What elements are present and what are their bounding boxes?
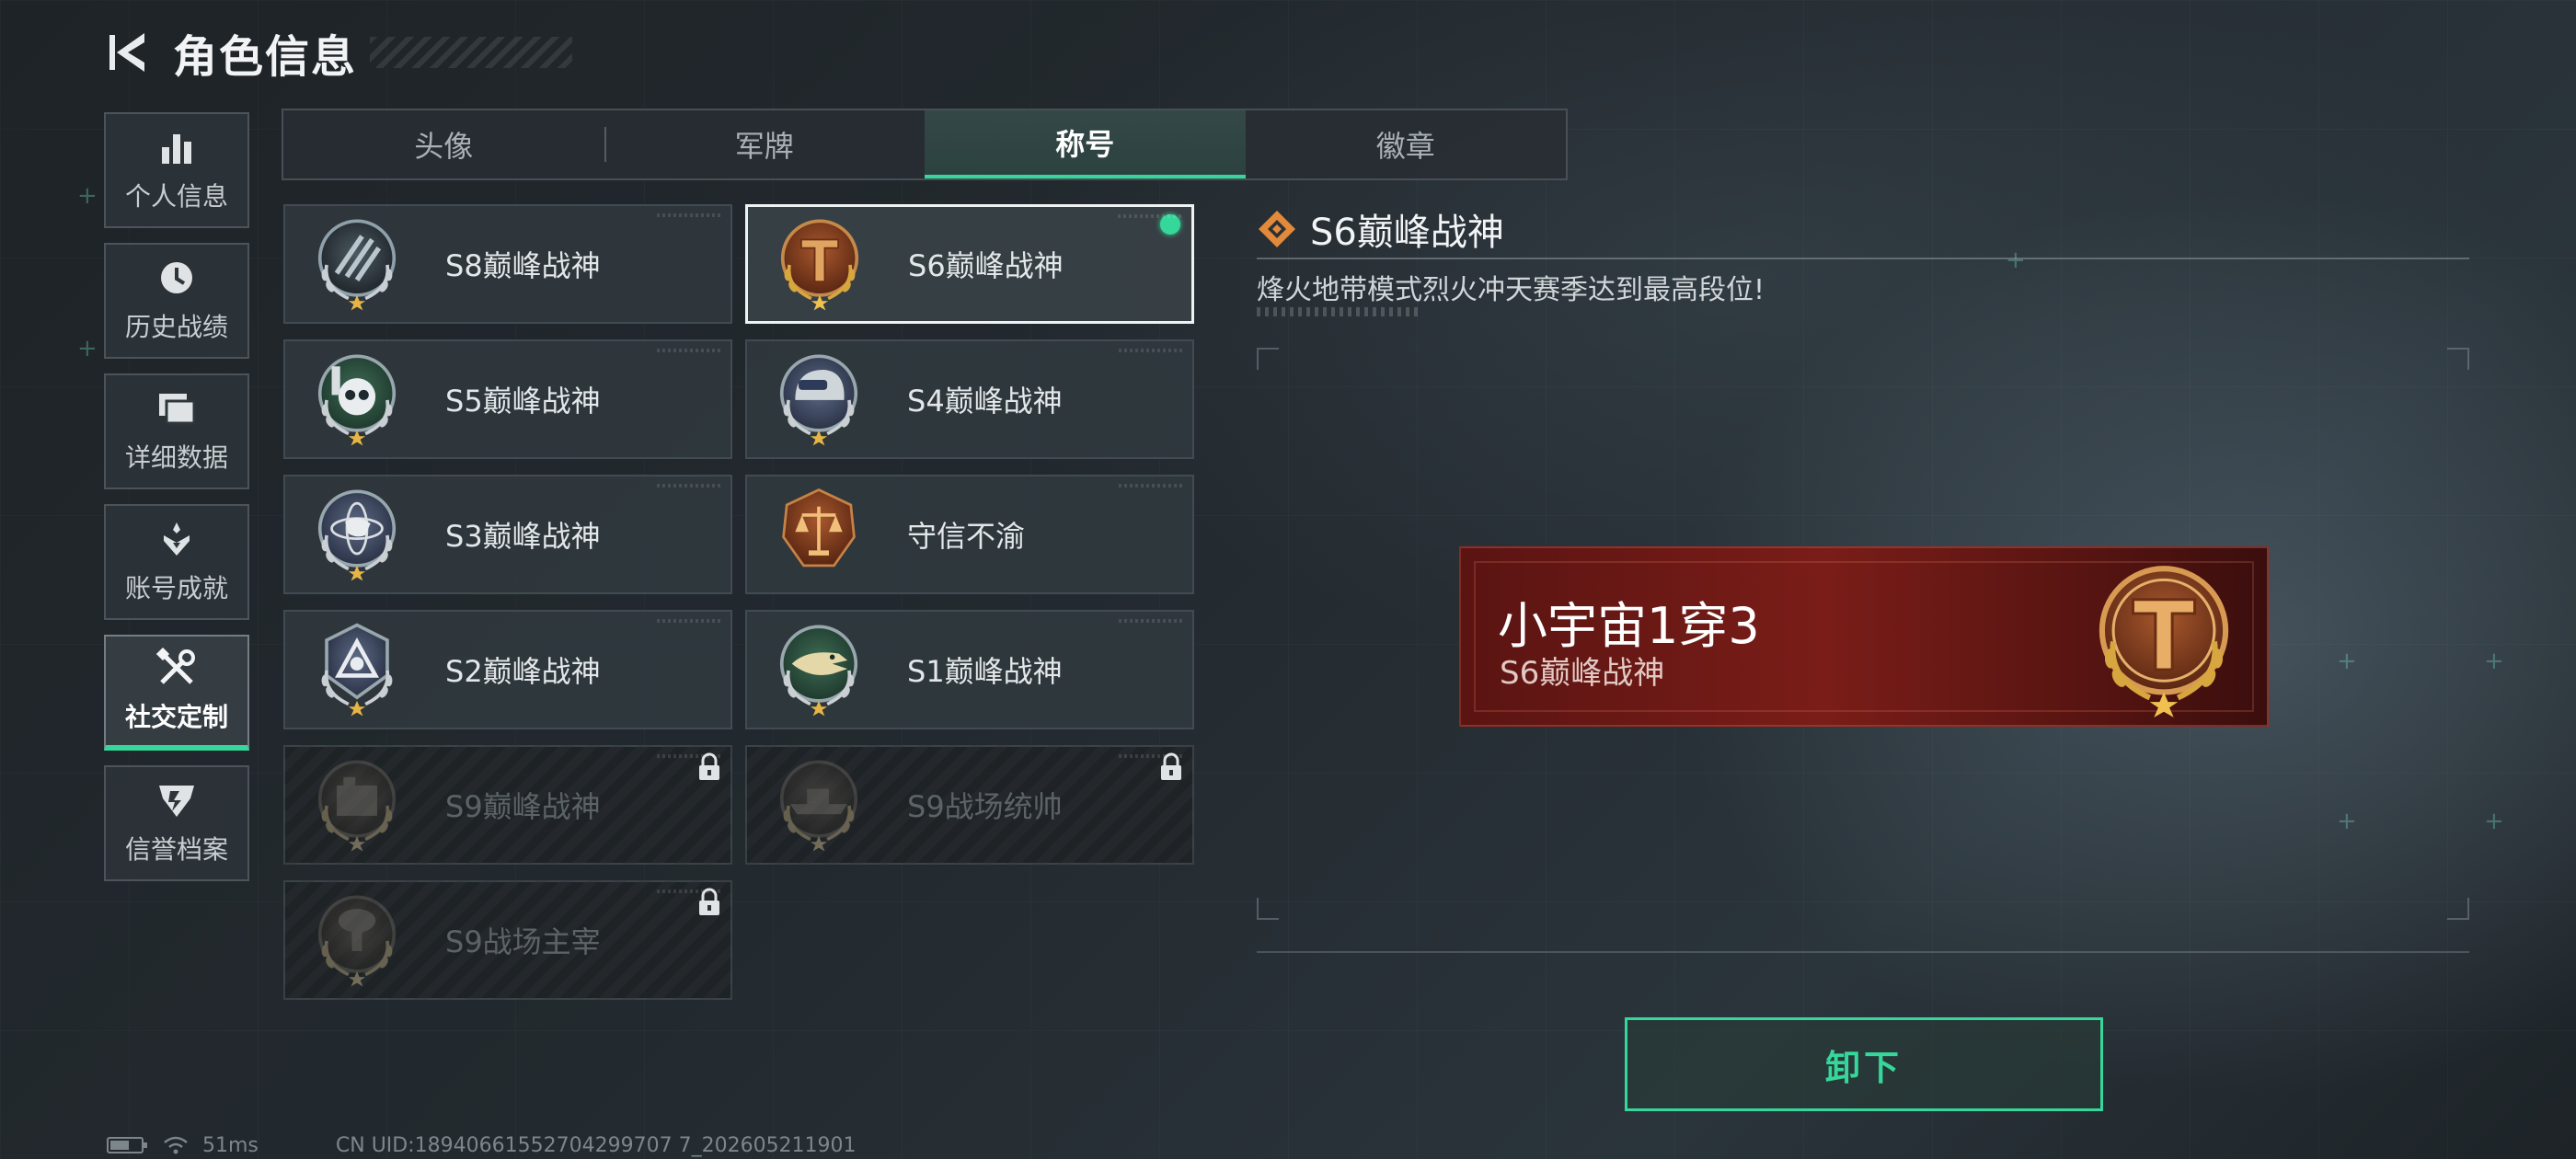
uid-text: CN UID:18940661552704299707 7_2026052119… <box>335 1133 857 1157</box>
equipped-indicator <box>1160 214 1180 235</box>
wifi-icon <box>164 1136 188 1154</box>
banner-title: S6巅峰战神 <box>1500 655 1665 692</box>
detail-header: S6巅峰战神 <box>1257 202 2471 256</box>
detail-divider <box>1257 258 2469 259</box>
title-card-s1[interactable]: S1巅峰战神 <box>745 610 1194 729</box>
title-name: S9巅峰战神 <box>445 789 601 824</box>
detail-description: 烽火地带模式烈火冲天赛季达到最高段位! <box>1257 274 1765 306</box>
title-name: S8巅峰战神 <box>445 248 601 283</box>
s4-emblem-icon <box>779 354 858 448</box>
title-name: S6巅峰战神 <box>908 248 1064 283</box>
achievement-icon <box>156 519 197 559</box>
detail-decoration <box>1257 307 1419 316</box>
decor-plus: + <box>77 335 98 362</box>
shield-icon <box>156 780 197 820</box>
sidebar-item-label: 详细数据 <box>124 442 228 473</box>
tab-bar: 头像 军牌 称号 徽章 <box>282 109 1568 180</box>
s3-emblem-icon <box>317 489 397 583</box>
tools-icon <box>156 648 197 688</box>
sidebar-item-label: 个人信息 <box>124 181 228 212</box>
battery-icon <box>107 1137 147 1153</box>
preview-divider <box>1257 951 2469 953</box>
sidebar-item-label: 历史战绩 <box>124 312 228 342</box>
sidebar-item-label: 账号成就 <box>124 573 228 603</box>
title-name: S5巅峰战神 <box>445 384 601 419</box>
page-title: 角色信息 <box>173 31 358 83</box>
scale-emblem-icon <box>782 488 856 568</box>
decor-plus: + <box>77 182 98 210</box>
preview-frame-corner <box>2447 898 2469 920</box>
s8-emblem-icon <box>317 219 397 313</box>
title-card-s8[interactable]: S8巅峰战神 <box>283 204 732 324</box>
back-button[interactable] <box>101 25 156 80</box>
sidebar-item-history[interactable]: 历史战绩 <box>104 243 249 359</box>
tab-dog-tag[interactable]: 军牌 <box>604 110 926 178</box>
title-card-s9-dominator[interactable]: S9战场主宰 <box>283 880 732 1000</box>
title-name: S4巅峰战神 <box>907 384 1063 419</box>
s6-emblem-icon <box>780 219 859 313</box>
folder-icon <box>156 388 197 429</box>
preview-frame-corner <box>1257 898 1279 920</box>
title-card-s2[interactable]: S2巅峰战神 <box>283 610 732 729</box>
unequip-button[interactable]: 卸下 <box>1625 1017 2103 1111</box>
s9-commander-emblem-icon <box>779 760 858 854</box>
decor-plus: + <box>2484 808 2504 835</box>
decor-plus: + <box>2337 808 2357 835</box>
lock-icon <box>1161 752 1181 780</box>
title-name: S1巅峰战神 <box>907 654 1063 689</box>
s1-emblem-icon <box>779 625 858 718</box>
sidebar-item-personal-info[interactable]: 个人信息 <box>104 112 249 228</box>
s6-emblem-icon <box>2099 566 2229 723</box>
tab-title[interactable]: 称号 <box>925 110 1246 178</box>
decor-plus: + <box>2484 648 2504 675</box>
title-card-s9-peak[interactable]: S9巅峰战神 <box>283 745 732 865</box>
sidebar-item-label: 信誉档案 <box>124 834 228 865</box>
title-card-s9-commander[interactable]: S9战场统帅 <box>745 745 1194 865</box>
s9-dominator-emblem-icon <box>317 895 397 989</box>
title-card-s6[interactable]: S6巅峰战神 <box>745 204 1194 324</box>
title-card-s5[interactable]: S5巅峰战神 <box>283 339 732 459</box>
back-arrow-icon <box>109 33 144 72</box>
lock-icon <box>699 888 719 915</box>
title-name: S9战场主宰 <box>445 924 601 959</box>
clock-icon <box>156 258 197 298</box>
decor-plus: + <box>2337 648 2357 675</box>
lock-icon <box>699 752 719 780</box>
page-header: 角色信息 <box>101 20 573 85</box>
tab-avatar[interactable]: 头像 <box>283 110 604 178</box>
bar-chart-icon <box>156 127 197 167</box>
s5-emblem-icon <box>317 354 397 448</box>
title-name: 守信不渝 <box>907 519 1026 554</box>
sidebar-item-detailed-data[interactable]: 详细数据 <box>104 373 249 489</box>
title-card-s4[interactable]: S4巅峰战神 <box>745 339 1194 459</box>
sidebar-item-reputation[interactable]: 信誉档案 <box>104 765 249 881</box>
title-preview-banner: 小宇宙1穿3 S6巅峰战神 <box>1459 546 2269 727</box>
title-card-keep-faith[interactable]: 守信不渝 <box>745 475 1194 594</box>
sidebar-item-social-custom[interactable]: 社交定制 <box>104 635 249 751</box>
sidebar: 个人信息 历史战绩 详细数据 账号成就 社交定制 信誉档案 <box>104 112 249 896</box>
tab-badge[interactable]: 徽章 <box>1246 110 1567 178</box>
status-bar: 51ms CN UID:18940661552704299707 7_20260… <box>107 1133 857 1157</box>
title-name: S9战场统帅 <box>907 789 1063 824</box>
s9-peak-emblem-icon <box>317 760 397 854</box>
title-card-s3[interactable]: S3巅峰战神 <box>283 475 732 594</box>
preview-frame-corner <box>1257 348 1279 370</box>
ping-text: 51ms <box>202 1133 259 1157</box>
detail-title: S6巅峰战神 <box>1310 212 1504 254</box>
title-decoration <box>370 37 573 68</box>
diamond-icon <box>1259 211 1295 247</box>
title-name: S2巅峰战神 <box>445 654 601 689</box>
title-name: S3巅峰战神 <box>445 519 601 554</box>
preview-frame-corner <box>2447 348 2469 370</box>
sidebar-item-achievements[interactable]: 账号成就 <box>104 504 249 620</box>
sidebar-item-label: 社交定制 <box>124 702 228 732</box>
s2-emblem-icon <box>319 623 395 718</box>
